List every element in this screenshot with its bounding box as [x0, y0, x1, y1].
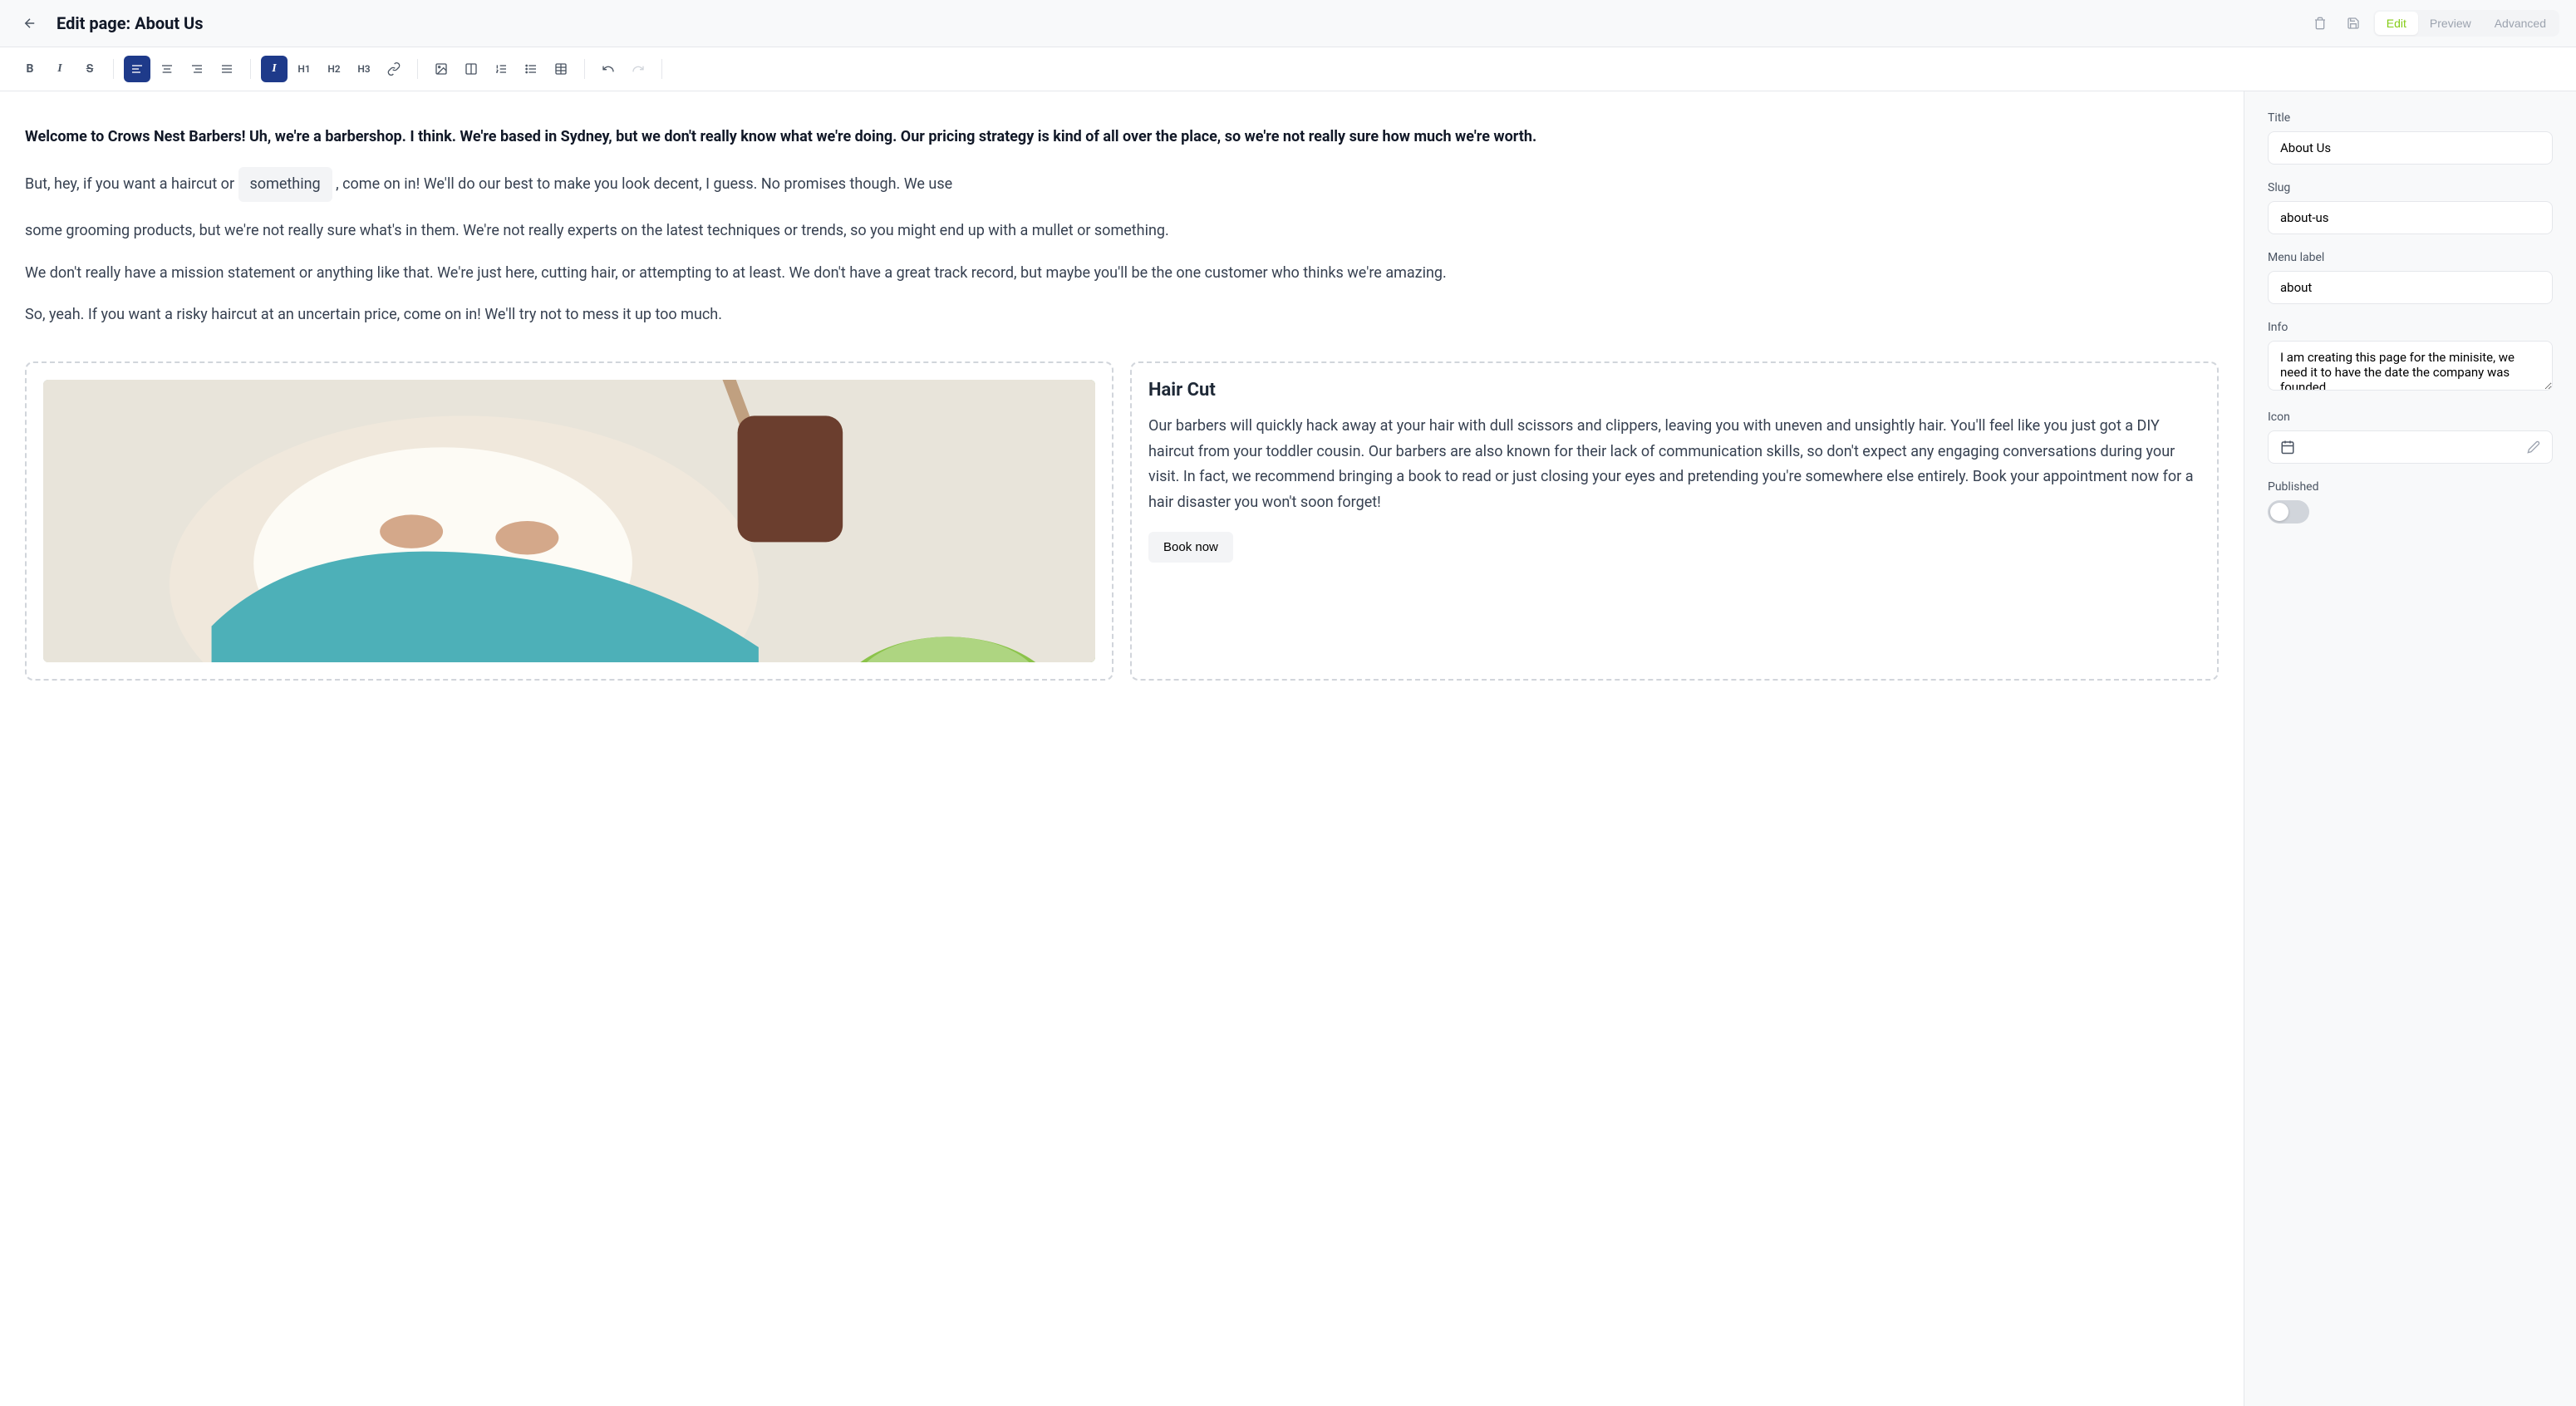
link-icon	[387, 62, 401, 76]
page-title: Edit page: About Us	[57, 13, 204, 33]
back-button[interactable]	[17, 10, 43, 37]
redo-icon	[632, 62, 645, 76]
unordered-list-icon	[524, 62, 538, 76]
text-style-button[interactable]: I	[261, 56, 288, 82]
card-image-placeholder[interactable]	[43, 380, 1095, 662]
save-button[interactable]	[2340, 10, 2367, 37]
icon-label: Icon	[2268, 410, 2553, 424]
table-icon	[554, 62, 568, 76]
toggle-knob	[2270, 503, 2288, 521]
text-card[interactable]: Hair Cut Our barbers will quickly hack a…	[1130, 361, 2219, 681]
title-input[interactable]	[2268, 131, 2553, 165]
separator	[584, 59, 585, 79]
separator	[250, 59, 251, 79]
field-info: Info	[2268, 321, 2553, 394]
image-button[interactable]	[428, 56, 455, 82]
text-span: But, hey, if you want a haircut or	[25, 175, 238, 193]
image-card[interactable]	[25, 361, 1113, 681]
field-published: Published	[2268, 480, 2553, 524]
content-paragraph[interactable]: We don't really have a mission statement…	[25, 261, 2219, 287]
card-description: Our barbers will quickly hack away at yo…	[1148, 414, 2200, 515]
save-icon	[2347, 17, 2360, 30]
h1-button[interactable]: H1	[291, 56, 317, 82]
h2-button[interactable]: H2	[321, 56, 347, 82]
undo-button[interactable]	[595, 56, 622, 82]
content-paragraph[interactable]: some grooming products, but we're not re…	[25, 219, 2219, 244]
text-span: , come on in! We'll do our best to make …	[336, 175, 952, 193]
published-label: Published	[2268, 480, 2553, 494]
separator	[113, 59, 114, 79]
h3-button[interactable]: H3	[351, 56, 377, 82]
separator	[661, 59, 662, 79]
table-button[interactable]	[548, 56, 574, 82]
mode-tabs: Edit Preview Advanced	[2373, 10, 2559, 37]
columns-button[interactable]	[458, 56, 484, 82]
topbar-left: Edit page: About Us	[17, 10, 204, 37]
format-toolbar: B I S I H1 H2 H3	[0, 47, 2576, 91]
delete-button[interactable]	[2307, 10, 2333, 37]
align-left-icon	[130, 62, 144, 76]
field-menu-label: Menu label	[2268, 251, 2553, 304]
align-justify-button[interactable]	[214, 56, 240, 82]
editor-canvas[interactable]: Welcome to Crows Nest Barbers! Uh, we're…	[0, 91, 2244, 1406]
separator	[417, 59, 418, 79]
slug-input[interactable]	[2268, 201, 2553, 234]
align-right-icon	[190, 62, 204, 76]
field-icon: Icon	[2268, 410, 2553, 464]
topbar: Edit page: About Us Edit Preview Advance…	[0, 0, 2576, 47]
align-center-icon	[160, 62, 174, 76]
card-row: Hair Cut Our barbers will quickly hack a…	[25, 361, 2219, 681]
published-toggle[interactable]	[2268, 500, 2309, 524]
menu-label-label: Menu label	[2268, 251, 2553, 264]
tab-edit[interactable]: Edit	[2375, 12, 2418, 35]
italic-button[interactable]: I	[47, 56, 73, 82]
topbar-right: Edit Preview Advanced	[2307, 10, 2559, 37]
book-now-button[interactable]: Book now	[1148, 532, 1233, 563]
field-slug: Slug	[2268, 181, 2553, 234]
redo-button[interactable]	[625, 56, 651, 82]
align-left-button[interactable]	[124, 56, 150, 82]
menu-label-input[interactable]	[2268, 271, 2553, 304]
content-paragraph[interactable]: But, hey, if you want a haircut or somet…	[25, 167, 2219, 203]
tab-preview[interactable]: Preview	[2418, 12, 2483, 35]
properties-panel: Title Slug Menu label Info Icon Publishe…	[2244, 91, 2576, 1406]
slug-label: Slug	[2268, 181, 2553, 194]
main: Welcome to Crows Nest Barbers! Uh, we're…	[0, 91, 2576, 1406]
image-icon	[435, 62, 448, 76]
field-title: Title	[2268, 111, 2553, 165]
align-center-button[interactable]	[154, 56, 180, 82]
ordered-list-icon	[494, 62, 508, 76]
info-textarea[interactable]	[2268, 341, 2553, 391]
undo-icon	[602, 62, 615, 76]
arrow-left-icon	[22, 16, 37, 31]
align-right-button[interactable]	[184, 56, 210, 82]
trash-icon	[2313, 17, 2327, 30]
highlighted-text[interactable]: something	[238, 167, 332, 203]
strikethrough-button[interactable]: S	[76, 56, 103, 82]
pencil-icon[interactable]	[2527, 440, 2540, 454]
calendar-icon	[2280, 440, 2295, 455]
columns-icon	[465, 62, 478, 76]
unordered-list-button[interactable]	[518, 56, 544, 82]
content-paragraph[interactable]: So, yeah. If you want a risky haircut at…	[25, 302, 2219, 328]
align-justify-icon	[220, 62, 234, 76]
title-label: Title	[2268, 111, 2553, 125]
spa-image	[43, 380, 1095, 662]
bold-button[interactable]: B	[17, 56, 43, 82]
link-button[interactable]	[381, 56, 407, 82]
tab-advanced[interactable]: Advanced	[2483, 12, 2558, 35]
card-title: Hair Cut	[1148, 380, 2200, 401]
info-label: Info	[2268, 321, 2553, 334]
content-paragraph[interactable]: Welcome to Crows Nest Barbers! Uh, we're…	[25, 125, 2219, 150]
ordered-list-button[interactable]	[488, 56, 514, 82]
icon-picker[interactable]	[2268, 430, 2553, 464]
